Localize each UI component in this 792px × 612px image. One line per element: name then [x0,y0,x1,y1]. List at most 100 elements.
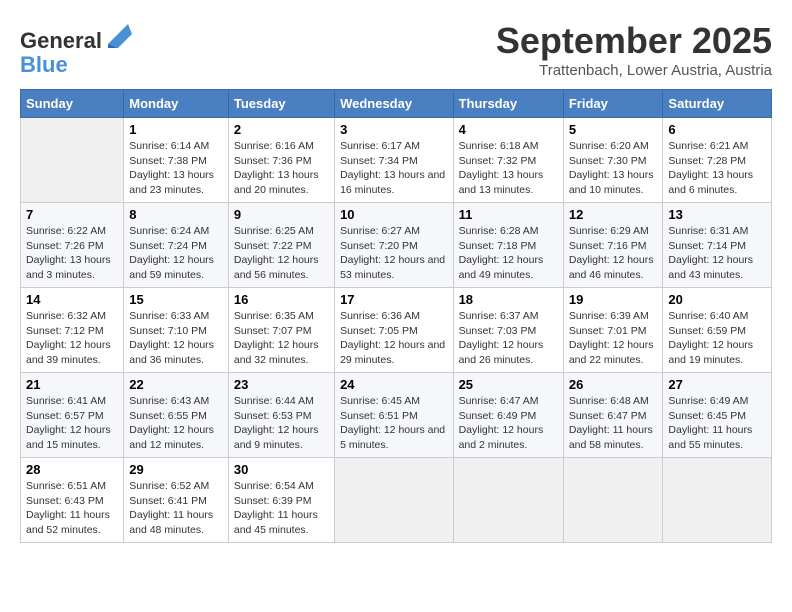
day-number: 28 [26,462,118,477]
day-info: Sunrise: 6:37 AMSunset: 7:03 PMDaylight:… [459,309,558,368]
day-number: 21 [26,377,118,392]
day-number: 16 [234,292,329,307]
header-cell-saturday: Saturday [663,90,772,118]
day-cell: 1Sunrise: 6:14 AMSunset: 7:38 PMDaylight… [124,118,229,203]
week-row-5: 28 Sunrise: 6:51 AMSunset: 6:43 PMDayligh… [21,458,772,543]
day-info: Sunrise: 6:29 AMSunset: 7:16 PMDaylight:… [569,224,658,283]
day-cell [21,118,124,203]
day-number: 5 [569,122,658,137]
day-cell: 20 Sunrise: 6:40 AMSunset: 6:59 PMDayligh… [663,288,772,373]
day-info: Sunrise: 6:31 AMSunset: 7:14 PMDaylight:… [668,224,766,283]
day-cell: 22 Sunrise: 6:43 AMSunset: 6:55 PMDayligh… [124,373,229,458]
day-number: 22 [129,377,223,392]
header-cell-sunday: Sunday [21,90,124,118]
logo-general: General [20,28,102,53]
page-header: General Blue September 2025 Trattenbach,… [20,20,772,79]
header-cell-friday: Friday [563,90,663,118]
week-row-3: 14 Sunrise: 6:32 AMSunset: 7:12 PMDayligh… [21,288,772,373]
day-cell [563,458,663,543]
day-number: 2 [234,122,329,137]
day-info: Sunrise: 6:35 AMSunset: 7:07 PMDaylight:… [234,309,329,368]
day-info: Sunrise: 6:48 AMSunset: 6:47 PMDaylight:… [569,394,658,453]
day-number: 3 [340,122,447,137]
day-number: 12 [569,207,658,222]
day-number: 14 [26,292,118,307]
day-info: Sunrise: 6:28 AMSunset: 7:18 PMDaylight:… [459,224,558,283]
day-number: 20 [668,292,766,307]
day-number: 27 [668,377,766,392]
header-cell-wednesday: Wednesday [335,90,453,118]
day-info: Sunrise: 6:44 AMSunset: 6:53 PMDaylight:… [234,394,329,453]
week-row-2: 7Sunrise: 6:22 AMSunset: 7:26 PMDaylight… [21,203,772,288]
logo-icon [104,20,132,48]
day-info: Sunrise: 6:25 AMSunset: 7:22 PMDaylight:… [234,224,329,283]
calendar-header: SundayMondayTuesdayWednesdayThursdayFrid… [21,90,772,118]
day-cell: 18Sunrise: 6:37 AMSunset: 7:03 PMDayligh… [453,288,563,373]
day-info: Sunrise: 6:14 AMSunset: 7:38 PMDaylight:… [129,139,223,198]
day-cell: 21 Sunrise: 6:41 AMSunset: 6:57 PMDayligh… [21,373,124,458]
day-info: Sunrise: 6:24 AMSunset: 7:24 PMDaylight:… [129,224,223,283]
day-info: Sunrise: 6:33 AMSunset: 7:10 PMDaylight:… [129,309,223,368]
day-cell: 25 Sunrise: 6:47 AMSunset: 6:49 PMDayligh… [453,373,563,458]
day-number: 10 [340,207,447,222]
title-block: September 2025 Trattenbach, Lower Austri… [496,20,772,79]
day-cell: 24 Sunrise: 6:45 AMSunset: 6:51 PMDayligh… [335,373,453,458]
day-cell: 15 Sunrise: 6:33 AMSunset: 7:10 PMDayligh… [124,288,229,373]
day-cell: 9Sunrise: 6:25 AMSunset: 7:22 PMDaylight… [228,203,334,288]
logo: General Blue [20,20,132,77]
day-info: Sunrise: 6:47 AMSunset: 6:49 PMDaylight:… [459,394,558,453]
day-info: Sunrise: 6:32 AMSunset: 7:12 PMDaylight:… [26,309,118,368]
header-cell-monday: Monday [124,90,229,118]
day-number: 17 [340,292,447,307]
day-cell: 6Sunrise: 6:21 AMSunset: 7:28 PMDaylight… [663,118,772,203]
day-info: Sunrise: 6:41 AMSunset: 6:57 PMDaylight:… [26,394,118,453]
day-number: 25 [459,377,558,392]
day-number: 26 [569,377,658,392]
day-cell: 14 Sunrise: 6:32 AMSunset: 7:12 PMDayligh… [21,288,124,373]
day-number: 15 [129,292,223,307]
day-info: Sunrise: 6:43 AMSunset: 6:55 PMDaylight:… [129,394,223,453]
day-number: 4 [459,122,558,137]
day-cell: 30 Sunrise: 6:54 AMSunset: 6:39 PMDayligh… [228,458,334,543]
day-cell: 11Sunrise: 6:28 AMSunset: 7:18 PMDayligh… [453,203,563,288]
day-info: Sunrise: 6:45 AMSunset: 6:51 PMDaylight:… [340,394,447,453]
header-row: SundayMondayTuesdayWednesdayThursdayFrid… [21,90,772,118]
day-cell: 13 Sunrise: 6:31 AMSunset: 7:14 PMDayligh… [663,203,772,288]
day-cell: 4 Sunrise: 6:18 AMSunset: 7:32 PMDaylight… [453,118,563,203]
week-row-1: 1Sunrise: 6:14 AMSunset: 7:38 PMDaylight… [21,118,772,203]
calendar-body: 1Sunrise: 6:14 AMSunset: 7:38 PMDaylight… [21,118,772,543]
day-info: Sunrise: 6:16 AMSunset: 7:36 PMDaylight:… [234,139,329,198]
day-number: 24 [340,377,447,392]
day-number: 8 [129,207,223,222]
day-info: Sunrise: 6:17 AMSunset: 7:34 PMDaylight:… [340,139,447,198]
day-cell: 16 Sunrise: 6:35 AMSunset: 7:07 PMDayligh… [228,288,334,373]
week-row-4: 21 Sunrise: 6:41 AMSunset: 6:57 PMDayligh… [21,373,772,458]
day-cell: 19Sunrise: 6:39 AMSunset: 7:01 PMDayligh… [563,288,663,373]
day-cell: 5Sunrise: 6:20 AMSunset: 7:30 PMDaylight… [563,118,663,203]
day-cell [453,458,563,543]
day-number: 6 [668,122,766,137]
day-info: Sunrise: 6:36 AMSunset: 7:05 PMDaylight:… [340,309,447,368]
day-info: Sunrise: 6:49 AMSunset: 6:45 PMDaylight:… [668,394,766,453]
location-title: Trattenbach, Lower Austria, Austria [496,62,772,79]
day-cell: 26 Sunrise: 6:48 AMSunset: 6:47 PMDayligh… [563,373,663,458]
month-title: September 2025 [496,20,772,62]
day-cell: 12 Sunrise: 6:29 AMSunset: 7:16 PMDayligh… [563,203,663,288]
day-cell: 29Sunrise: 6:52 AMSunset: 6:41 PMDayligh… [124,458,229,543]
day-info: Sunrise: 6:18 AMSunset: 7:32 PMDaylight:… [459,139,558,198]
day-cell: 7Sunrise: 6:22 AMSunset: 7:26 PMDaylight… [21,203,124,288]
day-info: Sunrise: 6:51 AMSunset: 6:43 PMDaylight:… [26,479,118,538]
day-cell: 3 Sunrise: 6:17 AMSunset: 7:34 PMDaylight… [335,118,453,203]
day-number: 23 [234,377,329,392]
day-info: Sunrise: 6:39 AMSunset: 7:01 PMDaylight:… [569,309,658,368]
day-info: Sunrise: 6:54 AMSunset: 6:39 PMDaylight:… [234,479,329,538]
day-info: Sunrise: 6:40 AMSunset: 6:59 PMDaylight:… [668,309,766,368]
day-number: 29 [129,462,223,477]
day-cell: 17 Sunrise: 6:36 AMSunset: 7:05 PMDayligh… [335,288,453,373]
day-cell: 28 Sunrise: 6:51 AMSunset: 6:43 PMDayligh… [21,458,124,543]
day-number: 13 [668,207,766,222]
day-info: Sunrise: 6:27 AMSunset: 7:20 PMDaylight:… [340,224,447,283]
day-cell: 23 Sunrise: 6:44 AMSunset: 6:53 PMDayligh… [228,373,334,458]
day-number: 30 [234,462,329,477]
header-cell-tuesday: Tuesday [228,90,334,118]
